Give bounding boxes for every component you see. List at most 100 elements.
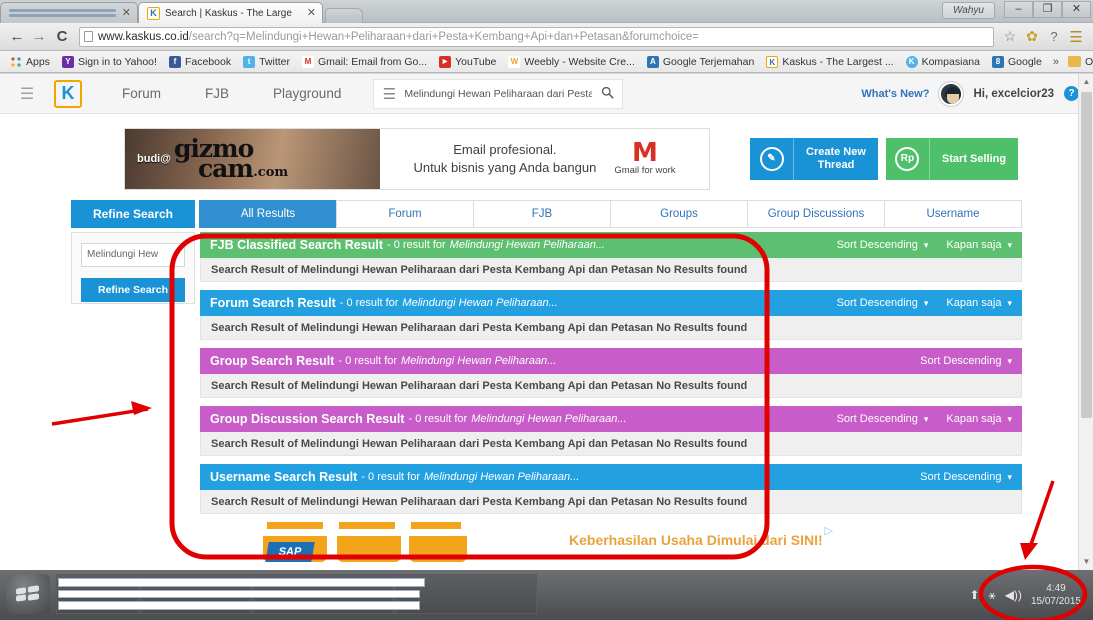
scroll-up-arrow[interactable]: ▲ xyxy=(1079,74,1093,90)
result-query: Melindungi Hewan Peliharaan... xyxy=(401,355,557,367)
bookmarks-overflow-button[interactable]: » xyxy=(1049,56,1063,68)
clock[interactable]: 4:49 15/07/2015 xyxy=(1031,582,1081,608)
chevron-down-icon: ▾ xyxy=(923,414,929,424)
help-icon[interactable]: ? xyxy=(1064,86,1079,101)
bookmark-google-translate[interactable]: A Google Terjemahan xyxy=(642,55,759,68)
banner-copy-line1: Email profesional. xyxy=(453,142,557,158)
refine-query-input[interactable]: Melindungi Hew xyxy=(81,243,185,267)
tab-groups[interactable]: Groups xyxy=(610,200,748,228)
bookmark-kompasiana[interactable]: K Kompasiana xyxy=(901,55,985,68)
nav-item-forum[interactable]: Forum xyxy=(100,86,183,101)
bookmark-label: YouTube xyxy=(455,55,497,68)
back-button[interactable]: ← xyxy=(6,28,28,45)
tab-group-discussions[interactable]: Group Discussions xyxy=(747,200,885,228)
gizmocam-line2: cam xyxy=(197,154,254,183)
extension-gear-icon[interactable]: ✿ xyxy=(1021,28,1043,45)
adchoices-icon[interactable]: ▷ xyxy=(825,524,833,537)
bookmark-kaskus[interactable]: K Kaskus - The Largest ... xyxy=(761,55,898,68)
result-query: Melindungi Hewan Peliharaan... xyxy=(402,297,558,309)
tab-username[interactable]: Username xyxy=(884,200,1022,228)
whats-new-link[interactable]: What's New? xyxy=(861,88,929,100)
chevron-down-icon: ▾ xyxy=(1007,298,1012,308)
chevron-down-icon: ▾ xyxy=(1007,472,1012,482)
time-dropdown[interactable]: Kapan saja ▾ xyxy=(946,297,1012,309)
tab-close-icon[interactable]: ✕ xyxy=(307,7,316,18)
tab-all-results[interactable]: All Results xyxy=(199,200,337,228)
bookmark-label: Sign in to Yahoo! xyxy=(77,55,157,68)
scrollbar-thumb[interactable] xyxy=(1081,92,1092,418)
window-controls: – ❐ ✕ xyxy=(1004,1,1091,18)
bookmark-youtube[interactable]: ▶ YouTube xyxy=(434,55,501,68)
search-input[interactable] xyxy=(404,87,593,100)
bookmark-weebly[interactable]: W Weebly - Website Cre... xyxy=(503,55,639,68)
avatar[interactable] xyxy=(939,81,964,106)
refine-sidebar: Melindungi Hew Refine Search xyxy=(71,232,195,304)
create-thread-label: Create New Thread xyxy=(794,146,878,171)
create-new-thread-button[interactable]: ✎ Create New Thread xyxy=(750,138,878,180)
scroll-down-arrow[interactable]: ▼ xyxy=(1079,554,1093,570)
volume-icon[interactable]: ◀)) xyxy=(1005,588,1022,602)
result-controls: Sort Descending ▾ xyxy=(920,355,1012,367)
bookmark-label: Kompasiana xyxy=(921,55,980,68)
search-category-icon[interactable]: ☰ xyxy=(374,85,404,103)
nav-item-playground[interactable]: Playground xyxy=(251,86,363,101)
network-icon[interactable]: ⚹ xyxy=(989,588,996,603)
result-body: Search Result of Melindungi Hewan Peliha… xyxy=(200,490,1022,514)
new-tab-button[interactable] xyxy=(325,8,363,23)
bottom-ad[interactable]: SAP Keberhasilan Usaha Dimulai dari SINI… xyxy=(239,518,839,570)
window-minimize-button[interactable]: – xyxy=(1004,1,1033,18)
gmail-banner-ad[interactable]: budi@ gizmo cam .com Email profesional. … xyxy=(124,128,710,190)
sort-dropdown[interactable]: Sort Descending ▾ xyxy=(920,355,1012,367)
refine-search-button[interactable]: Refine Search xyxy=(81,278,185,302)
refine-search-tab[interactable]: Refine Search xyxy=(71,200,195,228)
user-greeting[interactable]: Hi, excelcior23 xyxy=(973,88,1054,100)
page-scrollbar[interactable]: ▲ ▼ xyxy=(1078,74,1093,570)
sort-dropdown[interactable]: Sort Descending ▾ xyxy=(837,239,929,251)
time-dropdown[interactable]: Kapan saja ▾ xyxy=(946,239,1012,251)
tab-fjb[interactable]: FJB xyxy=(473,200,611,228)
sort-dropdown[interactable]: Sort Descending ▾ xyxy=(837,413,929,425)
nav-item-fjb[interactable]: FJB xyxy=(183,86,251,101)
tab-forum[interactable]: Forum xyxy=(336,200,474,228)
bookmark-gmail[interactable]: M Gmail: Email from Go... xyxy=(297,55,432,68)
tray-expand-icon[interactable]: ⬆ xyxy=(969,588,979,602)
bookmark-star-icon[interactable]: ☆ xyxy=(999,28,1021,45)
time-dropdown[interactable]: Kapan saja ▾ xyxy=(946,413,1012,425)
result-body: Search Result of Melindungi Hewan Peliha… xyxy=(200,432,1022,456)
sap-ad-art: SAP xyxy=(249,518,559,570)
result-block-group-discussion: Group Discussion Search Result - 0 resul… xyxy=(200,406,1022,456)
bookmark-apps[interactable]: Apps xyxy=(5,55,55,68)
window-close-button[interactable]: ✕ xyxy=(1062,1,1091,18)
browser-tab-1[interactable]: ✕ xyxy=(0,2,138,23)
sap-logo: SAP xyxy=(265,542,315,562)
window-maximize-button[interactable]: ❐ xyxy=(1033,1,1062,18)
forward-button[interactable]: → xyxy=(28,28,50,45)
browser-tab-2[interactable]: K Search | Kaskus - The Large ✕ xyxy=(138,2,323,23)
result-header: Group Discussion Search Result - 0 resul… xyxy=(200,406,1022,432)
reload-button[interactable]: C xyxy=(50,28,74,45)
windows-flag-icon xyxy=(16,585,40,602)
start-button[interactable] xyxy=(6,574,50,614)
kaskus-favicon: K xyxy=(147,6,160,20)
bookmark-twitter[interactable]: t Twitter xyxy=(238,55,295,68)
bookmark-facebook[interactable]: f Facebook xyxy=(164,55,236,68)
chrome-menu-icon[interactable]: ☰ xyxy=(1065,28,1087,46)
result-controls: Sort Descending ▾ Kapan saja ▾ xyxy=(837,239,1012,251)
bookmark-google[interactable]: 8 Google xyxy=(987,55,1047,68)
tab-close-icon[interactable]: ✕ xyxy=(122,7,131,18)
site-nav: Forum FJB Playground xyxy=(100,86,363,101)
chrome-profile-button[interactable]: Wahyu xyxy=(942,2,995,19)
clock-time: 4:49 xyxy=(1046,583,1066,594)
sort-dropdown[interactable]: Sort Descending ▾ xyxy=(837,297,929,309)
start-selling-button[interactable]: Rp Start Selling xyxy=(885,138,1019,180)
bookmark-yahoo[interactable]: Y Sign in to Yahoo! xyxy=(57,55,162,68)
site-menu-icon[interactable]: ☰ xyxy=(14,84,40,104)
address-bar[interactable]: www.kaskus.co.id/search?q=Melindungi+Hew… xyxy=(79,26,994,47)
browser-tabstrip: ✕ K Search | Kaskus - The Large ✕ xyxy=(0,2,363,23)
search-icon[interactable] xyxy=(592,86,622,102)
kaskus-logo[interactable]: K xyxy=(54,79,82,108)
other-bookmarks-folder[interactable]: Other bookmarks xyxy=(1063,56,1093,68)
sort-dropdown[interactable]: Sort Descending ▾ xyxy=(920,471,1012,483)
result-title: Username Search Result xyxy=(210,470,358,484)
profile-icon[interactable]: ? xyxy=(1043,29,1065,44)
